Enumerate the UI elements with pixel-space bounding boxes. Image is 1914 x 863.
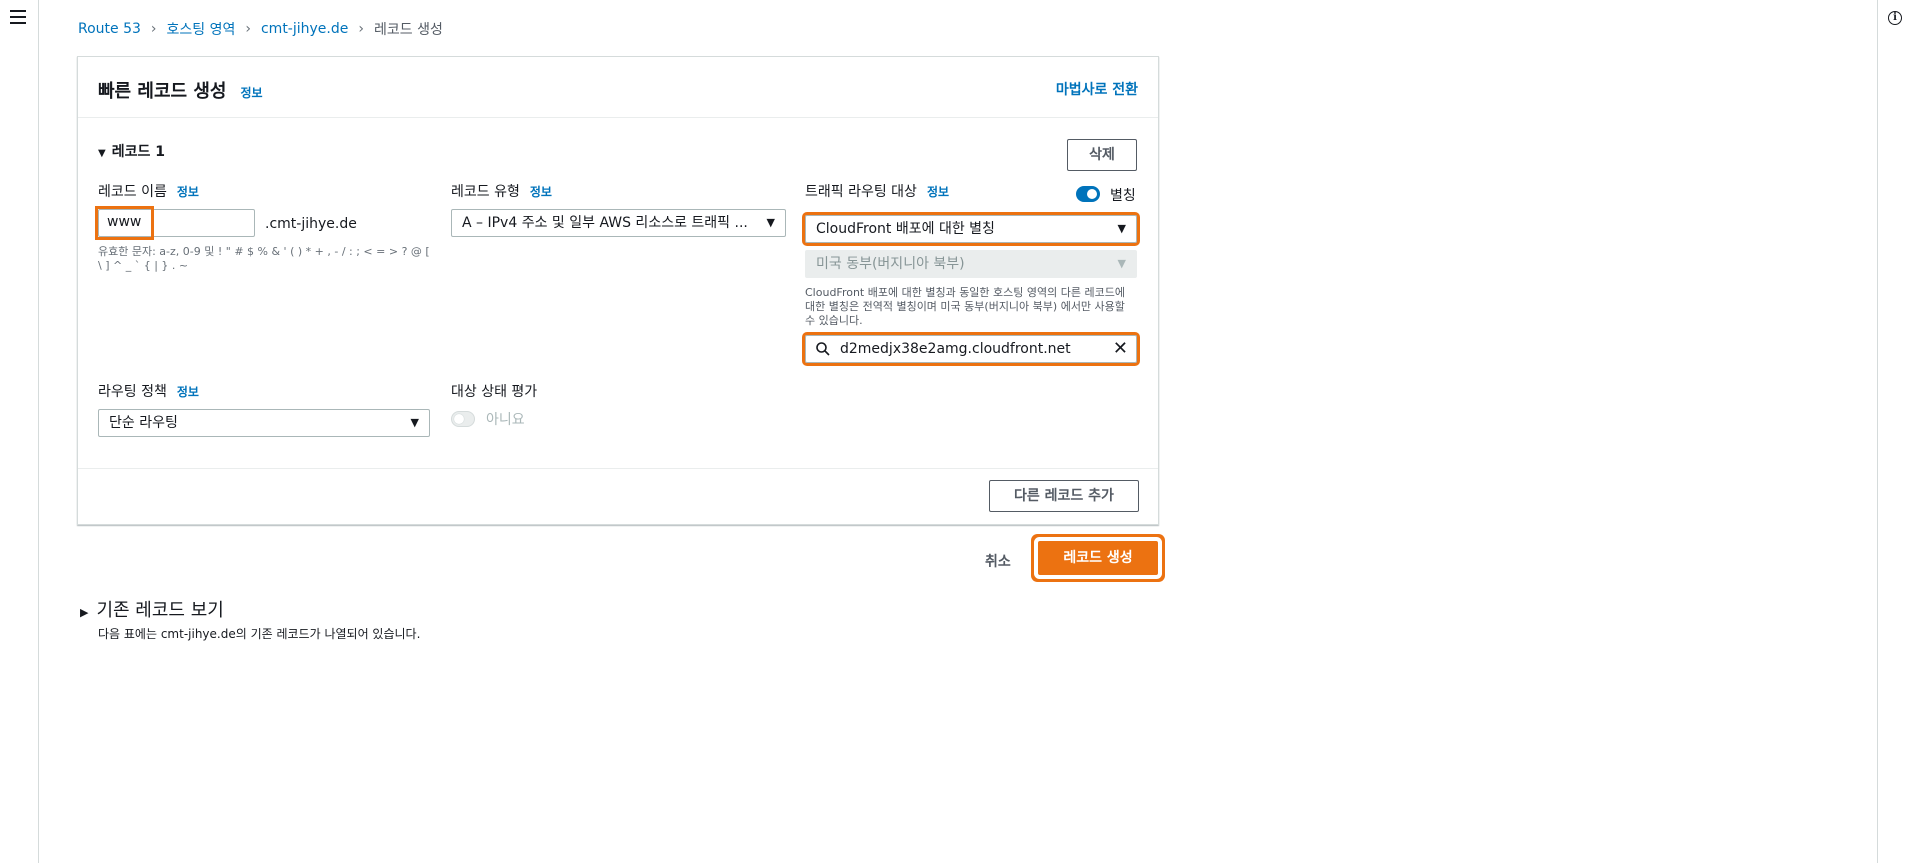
hamburger-menu-icon[interactable] [10,10,26,24]
region-select: 미국 동부(버지니아 북부) ▼ [805,250,1137,278]
panel-info-link[interactable]: 정보 [240,84,262,101]
endpoint-value: CloudFront 배포에 대한 별칭 [816,221,995,237]
record-1-expander[interactable]: ▼ 레코드 1 [98,141,165,161]
record-type-value: A – IPv4 주소 및 일부 AWS 리소스로 트래픽 ... [462,215,748,231]
region-note: CloudFront 배포에 대한 별칭과 동일한 호스팅 영역의 다른 레코드… [805,286,1125,327]
record-type-select[interactable]: A – IPv4 주소 및 일부 AWS 리소스로 트래픽 ... ▼ [451,209,786,237]
breadcrumb-zone[interactable]: cmt-jihye.de [261,21,348,37]
existing-records-description: 다음 표에는 cmt-jihye.de의 기존 레코드가 나열되어 있습니다. [98,627,421,641]
alias-target-value: d2medjx38e2amg.cloudfront.net [840,341,1071,357]
record-name-input[interactable]: www [95,206,255,240]
switch-to-wizard-link[interactable]: 마법사로 전환 [1056,79,1138,99]
alias-label: 별칭 [1110,188,1136,204]
search-icon [816,342,830,356]
record-name-hint: 유효한 문자: a-z, 0-9 및 ! " # $ % & ' ( ) * +… [98,245,430,272]
alias-toggle[interactable] [1076,186,1100,202]
quick-create-panel: 빠른 레코드 생성 정보 마법사로 전환 ▼ 레코드 1 삭제 레코드 이름 정보 … [77,56,1159,525]
record-name-suffix: .cmt-jihye.de [265,216,357,232]
existing-records-title: 기존 레코드 보기 [96,600,224,621]
cancel-button[interactable]: 취소 [985,551,1011,571]
route-target-label: 트래픽 라우팅 대상 [805,184,917,200]
routing-policy-info-link[interactable]: 정보 [177,385,199,399]
routing-policy-label: 라우팅 정책 [98,384,167,400]
create-records-button[interactable]: 레코드 생성 [1038,541,1158,575]
record-name-info-link[interactable]: 정보 [177,185,199,199]
breadcrumb-hosted-zones[interactable]: 호스팅 영역 [167,19,236,39]
record-name-label-group: 레코드 이름 정보 [98,181,199,201]
health-eval-toggle[interactable] [451,411,475,427]
chevron-right-icon: › [358,21,364,37]
record-1-label: 레코드 1 [111,144,165,160]
caret-down-icon: ▼ [1117,257,1126,270]
panel-footer-divider [78,468,1158,469]
alias-target-search[interactable]: d2medjx38e2amg.cloudfront.net ✕ [802,332,1140,366]
caret-right-icon: ▶ [80,606,89,619]
existing-records-expander[interactable]: ▶ 기존 레코드 보기 [80,596,224,622]
panel-title: 빠른 레코드 생성 [98,81,227,102]
chevron-right-icon: › [245,21,251,37]
health-eval-value: 아니요 [486,412,525,428]
right-tools-rail: i [1877,0,1914,863]
breadcrumb: Route 53 › 호스팅 영역 › cmt-jihye.de › 레코드 생… [78,19,443,39]
record-type-label: 레코드 유형 [451,184,520,200]
record-type-info-link[interactable]: 정보 [530,185,552,199]
toggle-knob [454,414,464,424]
delete-record-button[interactable]: 삭제 [1067,139,1137,171]
route-target-label-group: 트래픽 라우팅 대상 정보 [805,181,949,201]
caret-down-icon: ▼ [410,416,419,429]
add-another-record-button[interactable]: 다른 레코드 추가 [989,480,1139,512]
region-value: 미국 동부(버지니아 북부) [816,256,965,272]
route-target-info-link[interactable]: 정보 [927,185,949,199]
panel-header: 빠른 레코드 생성 정보 [78,57,1158,118]
left-navigation-rail [0,0,39,863]
caret-down-icon: ▼ [98,148,106,159]
record-type-label-group: 레코드 유형 정보 [451,181,552,201]
routing-policy-select[interactable]: 단순 라우팅 ▼ [98,409,430,437]
caret-down-icon: ▼ [766,216,775,229]
routing-policy-label-group: 라우팅 정책 정보 [98,381,199,401]
breadcrumb-current: 레코드 생성 [373,22,443,38]
endpoint-select[interactable]: CloudFront 배포에 대한 별칭 ▼ [802,212,1140,246]
health-eval-label: 대상 상태 평가 [451,384,538,400]
toggle-knob [1087,189,1097,199]
record-name-value: www [95,206,154,240]
chevron-right-icon: › [150,21,157,37]
caret-down-icon: ▼ [1117,222,1126,235]
info-panel-icon[interactable]: i [1888,11,1902,25]
clear-icon[interactable]: ✕ [1113,336,1128,362]
routing-policy-value: 단순 라우팅 [109,415,178,431]
record-name-label: 레코드 이름 [98,184,167,200]
breadcrumb-route53[interactable]: Route 53 [78,21,141,37]
